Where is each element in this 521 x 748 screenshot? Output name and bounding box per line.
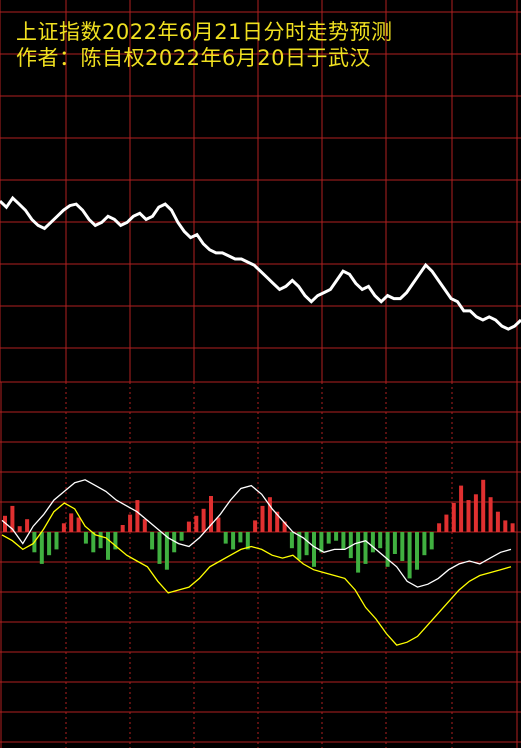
volume-bar [238,532,243,543]
volume-bar [341,532,346,550]
volume-bar [216,517,221,532]
volume-bar [495,511,500,532]
volume-bar [98,532,103,549]
volume-bar [510,523,515,532]
volume-bar [54,532,59,550]
volume-bar [400,532,405,561]
chart-canvas [0,0,521,748]
volume-bar [422,532,427,556]
volume-bar [407,532,412,579]
volume-bar [385,532,390,567]
volume-bar [289,532,294,549]
volume-bar [120,525,125,532]
volume-bar [17,526,22,532]
volume-bar [194,515,199,532]
volume-bar [444,514,449,532]
volume-bar [319,532,324,553]
volume-bar [83,532,88,544]
chart-subtitle: 作者：陈自权2022年6月20日于武汉 [16,46,372,70]
volume-bar [392,532,397,554]
volume-bar [466,500,471,532]
chart-background [0,0,521,748]
volume-bar [61,523,66,532]
volume-bar [429,532,434,550]
volume-bar [39,532,44,564]
volume-bar [459,485,464,532]
volume-bar [106,532,110,560]
volume-bar [370,532,375,553]
volume-bar [201,508,206,532]
volume-bar [488,497,493,532]
volume-bar [179,532,184,541]
volume-bar [69,513,74,532]
volume-bar [437,523,442,532]
volume-bar [128,514,133,532]
volume-bar [304,532,309,556]
volume-bar [231,532,236,550]
volume-bar [260,505,265,532]
volume-bar [356,532,361,573]
volume-bar [223,532,228,544]
volume-bar [363,532,368,564]
volume-bar [481,479,486,532]
volume-bar [503,520,508,532]
volume-bar [378,532,383,549]
volume-bar [25,519,30,532]
volume-bar [334,532,339,541]
volume-bar [267,497,272,532]
volume-bar [473,494,478,532]
volume-bar [150,532,155,550]
volume-bar [253,520,258,532]
volume-bar [312,532,316,567]
volume-bar [326,532,331,544]
volume-bar [451,503,456,532]
volume-bar [186,521,191,532]
volume-bar [135,500,140,532]
volume-bar [415,532,419,570]
volume-bar [157,532,162,564]
volume-bar [76,517,81,532]
volume-bar [142,519,147,532]
volume-bar [47,532,52,556]
